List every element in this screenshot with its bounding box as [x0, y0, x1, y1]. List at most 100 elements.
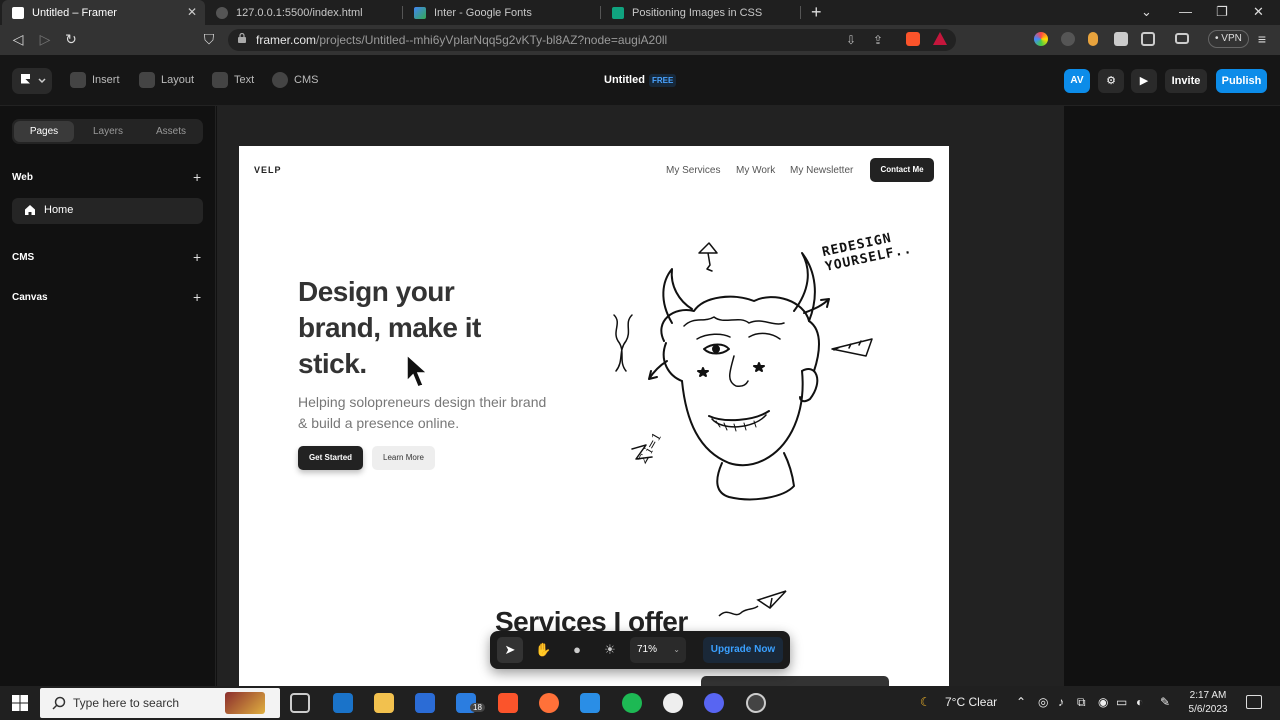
tray-chevron-icon[interactable]: ⌃: [1016, 695, 1026, 709]
close-tab-icon[interactable]: ✕: [187, 5, 197, 19]
left-panel: Pages Layers Assets Web + Home CMS + Can…: [0, 106, 216, 686]
weather-icon[interactable]: ☾: [920, 695, 931, 709]
download-icon[interactable]: ⇩: [846, 33, 856, 47]
forward-icon[interactable]: ▷: [37, 31, 53, 48]
right-panel: [1064, 106, 1280, 686]
tab-google-fonts[interactable]: Inter - Google Fonts: [404, 0, 599, 25]
firefox-icon[interactable]: [539, 693, 559, 713]
weather-text[interactable]: 7°C Clear: [945, 695, 997, 709]
layout-icon: [139, 72, 155, 88]
lock-icon: [238, 33, 246, 43]
battery-icon[interactable]: ▭: [1116, 695, 1127, 709]
tab-positioning-images[interactable]: Positioning Images in CSS: [602, 0, 798, 25]
url-host: framer.com: [256, 33, 317, 47]
address-bar[interactable]: framer.com/projects/Untitled--mhi6yVplar…: [228, 29, 956, 51]
framer-logo-icon: [21, 74, 46, 84]
site-logo[interactable]: VELP: [254, 165, 282, 175]
tab-localhost[interactable]: 127.0.0.1:5500/index.html: [206, 0, 401, 25]
microphone-icon[interactable]: ♪: [1058, 695, 1064, 709]
tab-separator: [600, 6, 601, 19]
wallet-icon[interactable]: [1175, 33, 1189, 44]
brave-rewards-icon[interactable]: [933, 32, 947, 45]
vpn-button[interactable]: • VPN: [1208, 30, 1249, 48]
vscode-icon[interactable]: [580, 693, 600, 713]
tab-title: 127.0.0.1:5500/index.html: [236, 6, 363, 19]
new-tab-button[interactable]: +: [811, 2, 827, 23]
volume-icon[interactable]: ◐: [1136, 695, 1143, 709]
add-cms-icon[interactable]: +: [193, 249, 201, 265]
theme-icon[interactable]: ☀: [602, 642, 618, 658]
get-started-button[interactable]: Get Started: [298, 446, 363, 470]
insert-button[interactable]: Insert: [70, 72, 120, 88]
search-placeholder: Type here to search: [73, 696, 180, 710]
tray-app-icon[interactable]: ◎: [1038, 695, 1048, 709]
remote-icon[interactable]: [333, 693, 353, 713]
back-icon[interactable]: ◁: [10, 31, 26, 48]
obs-icon[interactable]: [746, 693, 766, 713]
layout-button[interactable]: Layout: [139, 72, 194, 88]
page-label: Home: [44, 204, 74, 216]
nav-my-newsletter[interactable]: My Newsletter: [790, 165, 853, 176]
settings-gear-icon[interactable]: ⚙: [1098, 69, 1124, 93]
select-tool-icon[interactable]: ➤: [497, 637, 523, 663]
pen-icon[interactable]: ✎: [1160, 695, 1170, 709]
tab-search-icon[interactable]: ⌄: [1141, 4, 1152, 20]
taskbar-search[interactable]: Type here to search: [40, 688, 280, 718]
bookmark-icon[interactable]: ⛉: [201, 31, 217, 48]
sidebar-icon[interactable]: [1141, 32, 1155, 46]
file-explorer-icon[interactable]: [374, 693, 394, 713]
system-clock[interactable]: 2:17 AM 5/6/2023: [1184, 689, 1232, 717]
store-icon[interactable]: [415, 693, 435, 713]
learn-more-button[interactable]: Learn More: [372, 446, 435, 470]
cms-button[interactable]: CMS: [272, 72, 318, 88]
reload-icon[interactable]: ↻: [63, 31, 79, 48]
dark-mode-extension-icon[interactable]: [1061, 32, 1075, 46]
minimize-icon[interactable]: —: [1179, 4, 1192, 19]
hero-subtitle[interactable]: Helping solopreneurs design their brand …: [298, 392, 548, 434]
invite-button[interactable]: Invite: [1165, 69, 1207, 93]
menu-icon[interactable]: ≡: [1254, 31, 1270, 47]
network-icon[interactable]: ◉: [1098, 695, 1108, 709]
task-view-icon[interactable]: [290, 693, 310, 713]
hand-tool-icon[interactable]: ✋: [535, 642, 551, 658]
windows-start-icon[interactable]: [12, 695, 28, 711]
website-frame[interactable]: VELP My Services My Work My Newsletter C…: [239, 146, 949, 686]
project-title[interactable]: Untitled: [604, 74, 645, 86]
framer-menu-button[interactable]: [12, 68, 52, 94]
github-icon[interactable]: [663, 693, 683, 713]
preview-play-icon[interactable]: ▶: [1131, 69, 1157, 93]
nav-my-services[interactable]: My Services: [666, 165, 720, 176]
discord-icon[interactable]: [704, 693, 724, 713]
comment-icon[interactable]: ●: [569, 642, 585, 658]
close-window-icon[interactable]: ✕: [1253, 4, 1264, 20]
text-button[interactable]: Text: [212, 72, 254, 88]
hero-illustration[interactable]: [604, 231, 944, 506]
contact-me-button[interactable]: Contact Me: [870, 158, 934, 182]
add-canvas-icon[interactable]: +: [193, 289, 201, 305]
tab-layers[interactable]: Layers: [77, 119, 139, 144]
brave-icon[interactable]: [498, 693, 518, 713]
brave-shields-icon[interactable]: [906, 32, 920, 46]
tab-framer[interactable]: Untitled – Framer ✕: [2, 0, 205, 25]
publish-button[interactable]: Publish: [1216, 69, 1267, 93]
share-icon[interactable]: ⇪: [873, 33, 883, 47]
notification-icon[interactable]: [1246, 695, 1262, 709]
tray-share-icon[interactable]: ⧉: [1077, 695, 1086, 710]
color-picker-extension-icon[interactable]: [1034, 32, 1048, 46]
restore-icon[interactable]: ❐: [1216, 4, 1228, 20]
search-highlight-icon: [225, 692, 265, 714]
extension-icon[interactable]: [1088, 32, 1098, 46]
add-page-icon[interactable]: +: [193, 169, 201, 185]
upgrade-now-button[interactable]: Upgrade Now: [703, 637, 783, 663]
tab-assets[interactable]: Assets: [140, 119, 202, 144]
page-item-home[interactable]: Home: [12, 198, 203, 224]
tab-separator: [800, 6, 801, 19]
extensions-icon[interactable]: [1114, 32, 1128, 46]
insert-label: Insert: [92, 74, 120, 86]
text-icon: [212, 72, 228, 88]
nav-my-work[interactable]: My Work: [736, 165, 775, 176]
zoom-select[interactable]: 71% ⌄: [630, 637, 686, 663]
avatar[interactable]: AV: [1064, 69, 1090, 93]
tab-pages[interactable]: Pages: [14, 121, 74, 142]
spotify-icon[interactable]: [622, 693, 642, 713]
